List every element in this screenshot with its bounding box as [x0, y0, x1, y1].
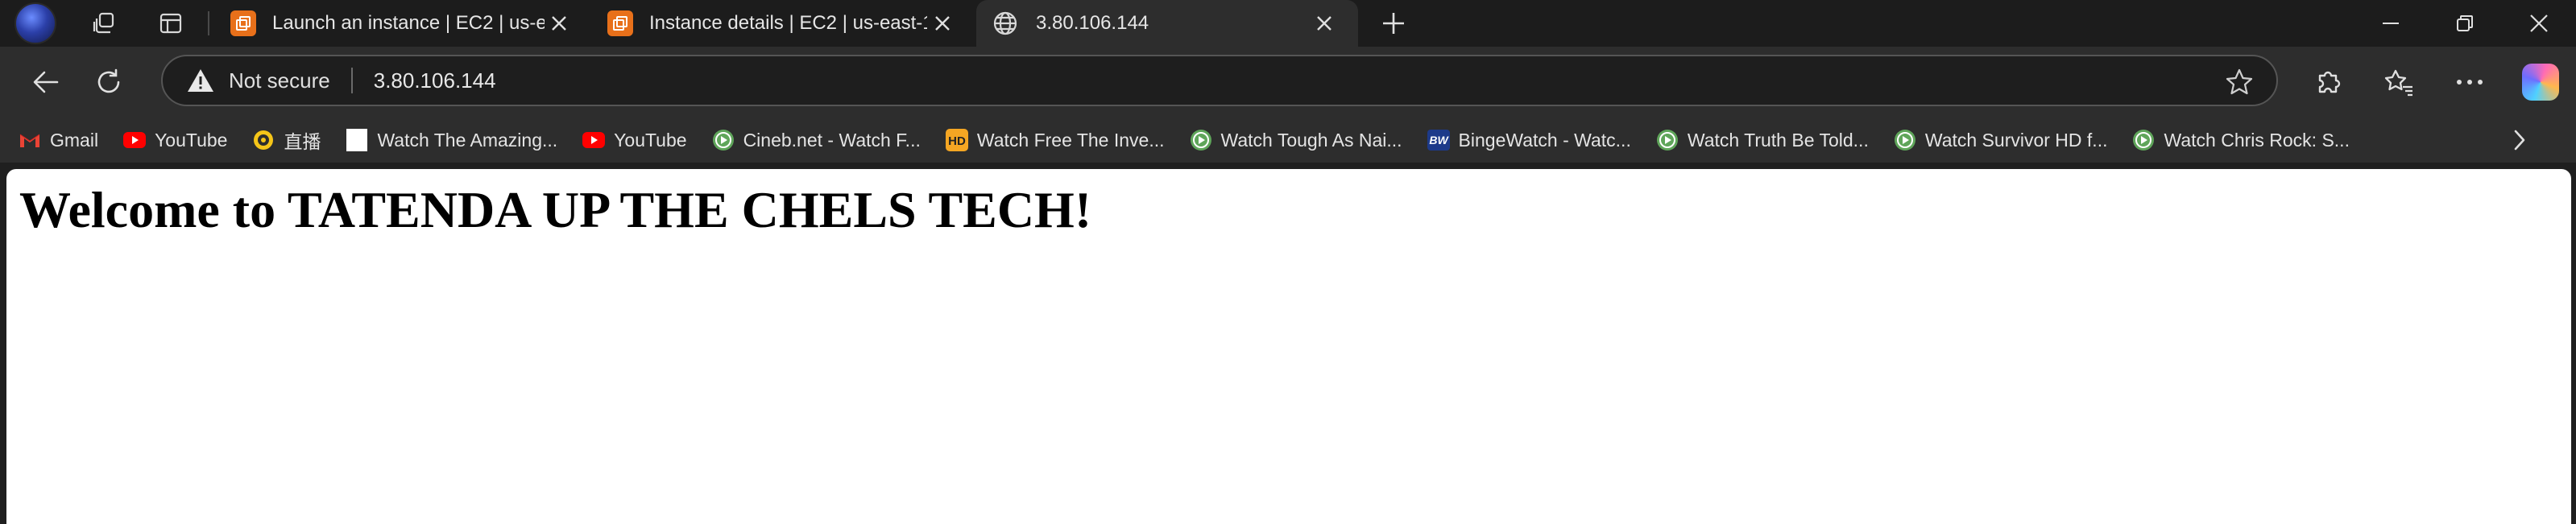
- globe-icon: [992, 10, 1018, 36]
- minimize-button[interactable]: [2354, 0, 2428, 47]
- workspaces-button[interactable]: [81, 0, 129, 47]
- browser-window: Launch an instance | EC2 | us-east Insta…: [0, 0, 2576, 524]
- bookmarks-overflow-button[interactable]: [2505, 126, 2534, 155]
- extensions-button[interactable]: [2292, 47, 2363, 118]
- tab-title: Launch an instance | EC2 | us-east: [272, 12, 545, 34]
- bookmark-cineb[interactable]: Cineb.net - Watch F...: [711, 128, 921, 152]
- close-icon: [1317, 16, 1331, 31]
- svg-text:HD: HD: [948, 134, 966, 148]
- bookmark-bingewatch[interactable]: BW BingeWatch - Watc...: [1427, 128, 1631, 152]
- bookmark-live[interactable]: 直播: [251, 126, 321, 154]
- bookmark-watch-free[interactable]: HD Watch Free The Inve...: [945, 128, 1165, 152]
- vertical-tabs-button[interactable]: [147, 0, 195, 47]
- youtube-icon: [582, 128, 606, 152]
- play-circle-icon: [711, 128, 735, 152]
- favorite-star-button[interactable]: [2225, 68, 2254, 97]
- refresh-icon: [97, 68, 120, 93]
- restore-button[interactable]: [2428, 0, 2502, 47]
- puzzle-icon: [2318, 71, 2341, 93]
- address-divider: [350, 68, 353, 93]
- avatar-icon: [14, 2, 56, 44]
- favorites-icon: [2384, 69, 2412, 97]
- more-options-button[interactable]: [2434, 47, 2505, 118]
- close-tab-button[interactable]: [1308, 7, 1340, 39]
- blank-page-icon: [345, 128, 369, 152]
- tab-separator: [208, 11, 209, 35]
- chevron-right-icon: [2514, 130, 2525, 151]
- restore-icon: [2457, 15, 2473, 31]
- bookmark-label: YouTube: [614, 129, 687, 151]
- toolbar-right: [2292, 47, 2576, 118]
- back-button[interactable]: [14, 47, 77, 118]
- close-icon: [935, 16, 950, 31]
- close-window-button[interactable]: [2502, 0, 2576, 47]
- bookmark-label: Watch The Amazing...: [377, 129, 558, 151]
- security-status-label[interactable]: Not secure: [229, 68, 330, 93]
- tab-title: Instance details | EC2 | us-east-1: [649, 12, 927, 34]
- tab-active-page[interactable]: 3.80.106.144: [976, 0, 1358, 47]
- address-bar[interactable]: Not secure 3.80.106.144: [161, 55, 2278, 106]
- tab-launch-instance[interactable]: Launch an instance | EC2 | us-east: [214, 0, 591, 47]
- favorites-button[interactable]: [2363, 47, 2434, 118]
- bookmark-label: BingeWatch - Watc...: [1458, 129, 1631, 151]
- bookmark-label: Gmail: [50, 129, 99, 151]
- close-tab-button[interactable]: [927, 7, 959, 39]
- bookmark-youtube[interactable]: YouTube: [122, 128, 227, 152]
- bookmark-label: YouTube: [155, 129, 228, 151]
- window-controls: [2354, 0, 2576, 47]
- profile-avatar[interactable]: [0, 0, 60, 47]
- bookmark-watch-amazing[interactable]: Watch The Amazing...: [345, 128, 557, 152]
- bookmark-watch-chris-rock[interactable]: Watch Chris Rock: S...: [2131, 128, 2350, 152]
- close-icon: [552, 16, 566, 31]
- bookmark-watch-truth[interactable]: Watch Truth Be Told...: [1655, 128, 1869, 152]
- plus-icon: [1383, 13, 1404, 34]
- bookmark-watch-survivor[interactable]: Watch Survivor HD f...: [1893, 128, 2108, 152]
- bookmark-label: Watch Survivor HD f...: [1924, 129, 2108, 151]
- play-circle-icon: [1655, 128, 1679, 152]
- hd-icon: HD: [945, 128, 969, 152]
- refresh-button[interactable]: [77, 47, 140, 118]
- svg-text:BW: BW: [1429, 134, 1449, 146]
- close-icon: [2530, 14, 2548, 32]
- bookmarks-bar: Gmail YouTube 直播 Watch The Amazing... Yo…: [0, 118, 2576, 163]
- star-icon: [2226, 68, 2253, 95]
- tab-actions-icon: [159, 13, 182, 34]
- workspaces-icon: [93, 12, 114, 34]
- bookmark-label: Watch Chris Rock: S...: [2164, 129, 2350, 151]
- copilot-button[interactable]: [2505, 47, 2576, 118]
- bookmark-label: Watch Tough As Nai...: [1220, 129, 1402, 151]
- aws-ec2-icon: [230, 10, 256, 36]
- tab-instance-details[interactable]: Instance details | EC2 | us-east-1: [591, 0, 976, 47]
- close-tab-button[interactable]: [545, 7, 574, 39]
- bookmark-youtube-2[interactable]: YouTube: [582, 128, 687, 152]
- minimize-icon: [2383, 23, 2399, 24]
- live-icon: [251, 128, 275, 152]
- bookmark-gmail[interactable]: Gmail: [18, 128, 98, 152]
- page-heading: Welcome to TATENDA UP THE CHELS TECH!: [19, 181, 1092, 238]
- url-text[interactable]: 3.80.106.144: [374, 68, 496, 93]
- play-circle-icon: [1189, 128, 1213, 152]
- warning-icon[interactable]: [187, 67, 214, 94]
- new-tab-button[interactable]: [1369, 0, 1418, 47]
- aws-ec2-icon: [607, 10, 633, 36]
- navigation-toolbar: Not secure 3.80.106.144: [0, 47, 2576, 118]
- bookmark-watch-tough[interactable]: Watch Tough As Nai...: [1189, 128, 1402, 152]
- bookmark-label: Watch Truth Be Told...: [1687, 129, 1869, 151]
- ellipsis-icon: [2457, 80, 2483, 85]
- bookmark-label: Watch Free The Inve...: [976, 129, 1165, 151]
- bookmark-label: Cineb.net - Watch F...: [743, 129, 921, 151]
- arrow-left-icon: [33, 71, 59, 93]
- copilot-icon: [2522, 64, 2559, 101]
- gmail-icon: [18, 128, 42, 152]
- tab-title: 3.80.106.144: [1036, 12, 1149, 34]
- youtube-icon: [122, 128, 147, 152]
- tab-strip: Launch an instance | EC2 | us-east Insta…: [0, 0, 2576, 47]
- play-circle-icon: [1893, 128, 1917, 152]
- bw-icon: BW: [1427, 128, 1451, 152]
- page-viewport: Welcome to TATENDA UP THE CHELS TECH!: [6, 169, 2571, 524]
- bookmark-label: 直播: [284, 132, 321, 153]
- play-circle-icon: [2131, 128, 2156, 152]
